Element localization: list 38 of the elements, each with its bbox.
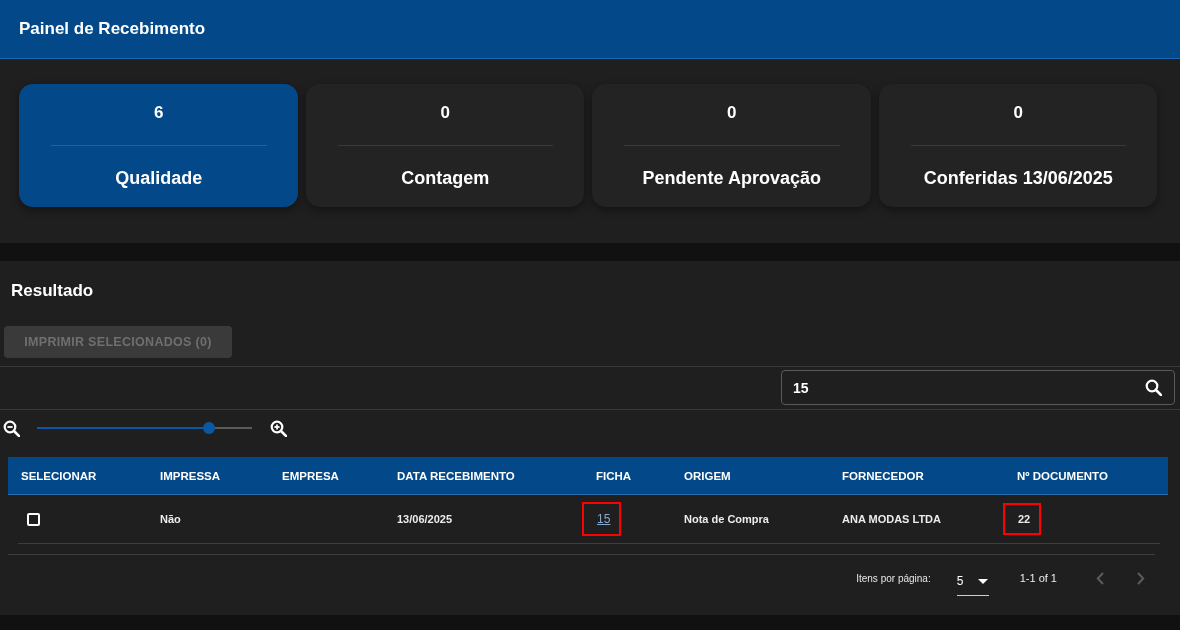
search-icon[interactable]: [1145, 379, 1162, 396]
page-title: Painel de Recebimento: [19, 19, 206, 39]
column-header: Nº DOCUMENTO: [1016, 469, 1109, 482]
card-count: 6: [154, 102, 164, 124]
column-header: DATA RECEBIMENTO: [396, 469, 516, 482]
summary-card[interactable]: 0 Conferidas 13/06/2025: [878, 84, 1157, 207]
row-checkbox[interactable]: [27, 512, 40, 526]
column-header: ORIGEM: [683, 469, 732, 482]
table-cell: Não: [160, 513, 181, 525]
page-size-select[interactable]: 5: [956, 568, 989, 596]
card-label: Pendente Aprovação: [642, 167, 821, 189]
items-per-page-label: Itens por página:: [856, 572, 931, 584]
card-count: 0: [727, 102, 737, 124]
section-title: Resultado: [10, 280, 95, 302]
ficha-link[interactable]: 15: [597, 512, 611, 526]
table-cell: Nota de Compra: [684, 513, 769, 525]
card-count: 0: [1013, 102, 1023, 124]
zoom-out-icon[interactable]: [3, 419, 20, 437]
summary-card[interactable]: 6 Qualidade: [19, 84, 298, 207]
column-header: FICHA: [595, 469, 633, 482]
column-header: FORNECEDOR: [841, 469, 925, 482]
zoom-in-icon[interactable]: [270, 419, 287, 437]
caret-icon: [977, 579, 988, 584]
zoom-slider-thumb[interactable]: [203, 422, 215, 434]
table-cell: 22: [1018, 513, 1031, 525]
card-label: Contagem: [401, 167, 490, 189]
search-field[interactable]: 15: [781, 370, 1175, 405]
summary-card[interactable]: 0 Pendente Aprovação: [592, 84, 871, 207]
column-header: IMPRESSA: [159, 469, 222, 482]
card-label: Qualidade: [115, 167, 203, 189]
table-cell: 13/06/2025: [397, 513, 453, 525]
card-label: Conferidas 13/06/2025: [923, 167, 1113, 189]
table-cell: ANA MODAS LTDA: [842, 513, 941, 525]
page-range: 1-1 of 1: [1019, 572, 1057, 584]
column-header: SELECIONAR: [20, 469, 98, 482]
column-header: EMPRESA: [281, 469, 340, 482]
summary-card[interactable]: 0 Contagem: [305, 84, 584, 207]
card-count: 0: [440, 102, 450, 124]
